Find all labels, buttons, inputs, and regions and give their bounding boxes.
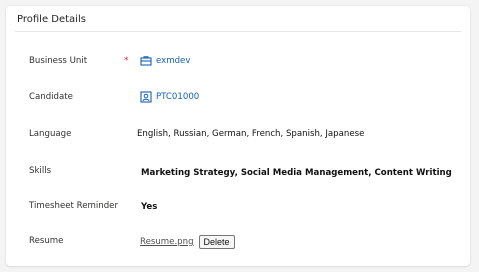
language-label: Language — [29, 129, 72, 139]
required-indicator: * — [124, 56, 129, 66]
section-title: Profile Details — [17, 14, 86, 25]
skills-label: Skills — [29, 166, 52, 176]
business-unit-text: exmdev — [156, 56, 191, 66]
field-candidate: Candidate PTC01000 — [6, 89, 470, 105]
candidate-value: PTC01000 — [140, 89, 199, 105]
skills-value: Marketing Strategy, Social Media Managem… — [141, 168, 452, 178]
field-skills: Skills Marketing Strategy, Social Media … — [6, 163, 470, 179]
candidate-text: PTC01000 — [156, 92, 200, 102]
candidate-label: Candidate — [29, 92, 73, 102]
profile-details-card: Profile Details Business Unit * exmdev C… — [6, 6, 470, 266]
resume-file-link[interactable]: Resume.png — [140, 234, 194, 250]
language-value: English, Russian, German, French, Spanis… — [137, 129, 365, 139]
business-unit-icon — [140, 56, 152, 66]
field-resume: Resume Resume.png Delete — [6, 233, 470, 249]
candidate-record-icon — [140, 91, 152, 103]
field-business-unit: Business Unit * exmdev — [6, 53, 470, 69]
timesheet-reminder-value: Yes — [141, 202, 158, 212]
timesheet-reminder-label: Timesheet Reminder — [29, 201, 118, 211]
candidate-link[interactable]: PTC01000 — [140, 89, 199, 105]
business-unit-value: exmdev — [140, 53, 190, 69]
delete-resume-button[interactable]: Delete — [198, 235, 235, 249]
resume-label: Resume — [29, 236, 64, 246]
business-unit-link[interactable]: exmdev — [140, 53, 190, 69]
resume-value: Resume.png Delete — [140, 234, 235, 250]
field-language: Language English, Russian, German, Frenc… — [6, 126, 470, 142]
field-timesheet-reminder: Timesheet Reminder Yes — [6, 198, 470, 214]
business-unit-label: Business Unit — [29, 56, 88, 66]
section-divider — [15, 31, 461, 32]
